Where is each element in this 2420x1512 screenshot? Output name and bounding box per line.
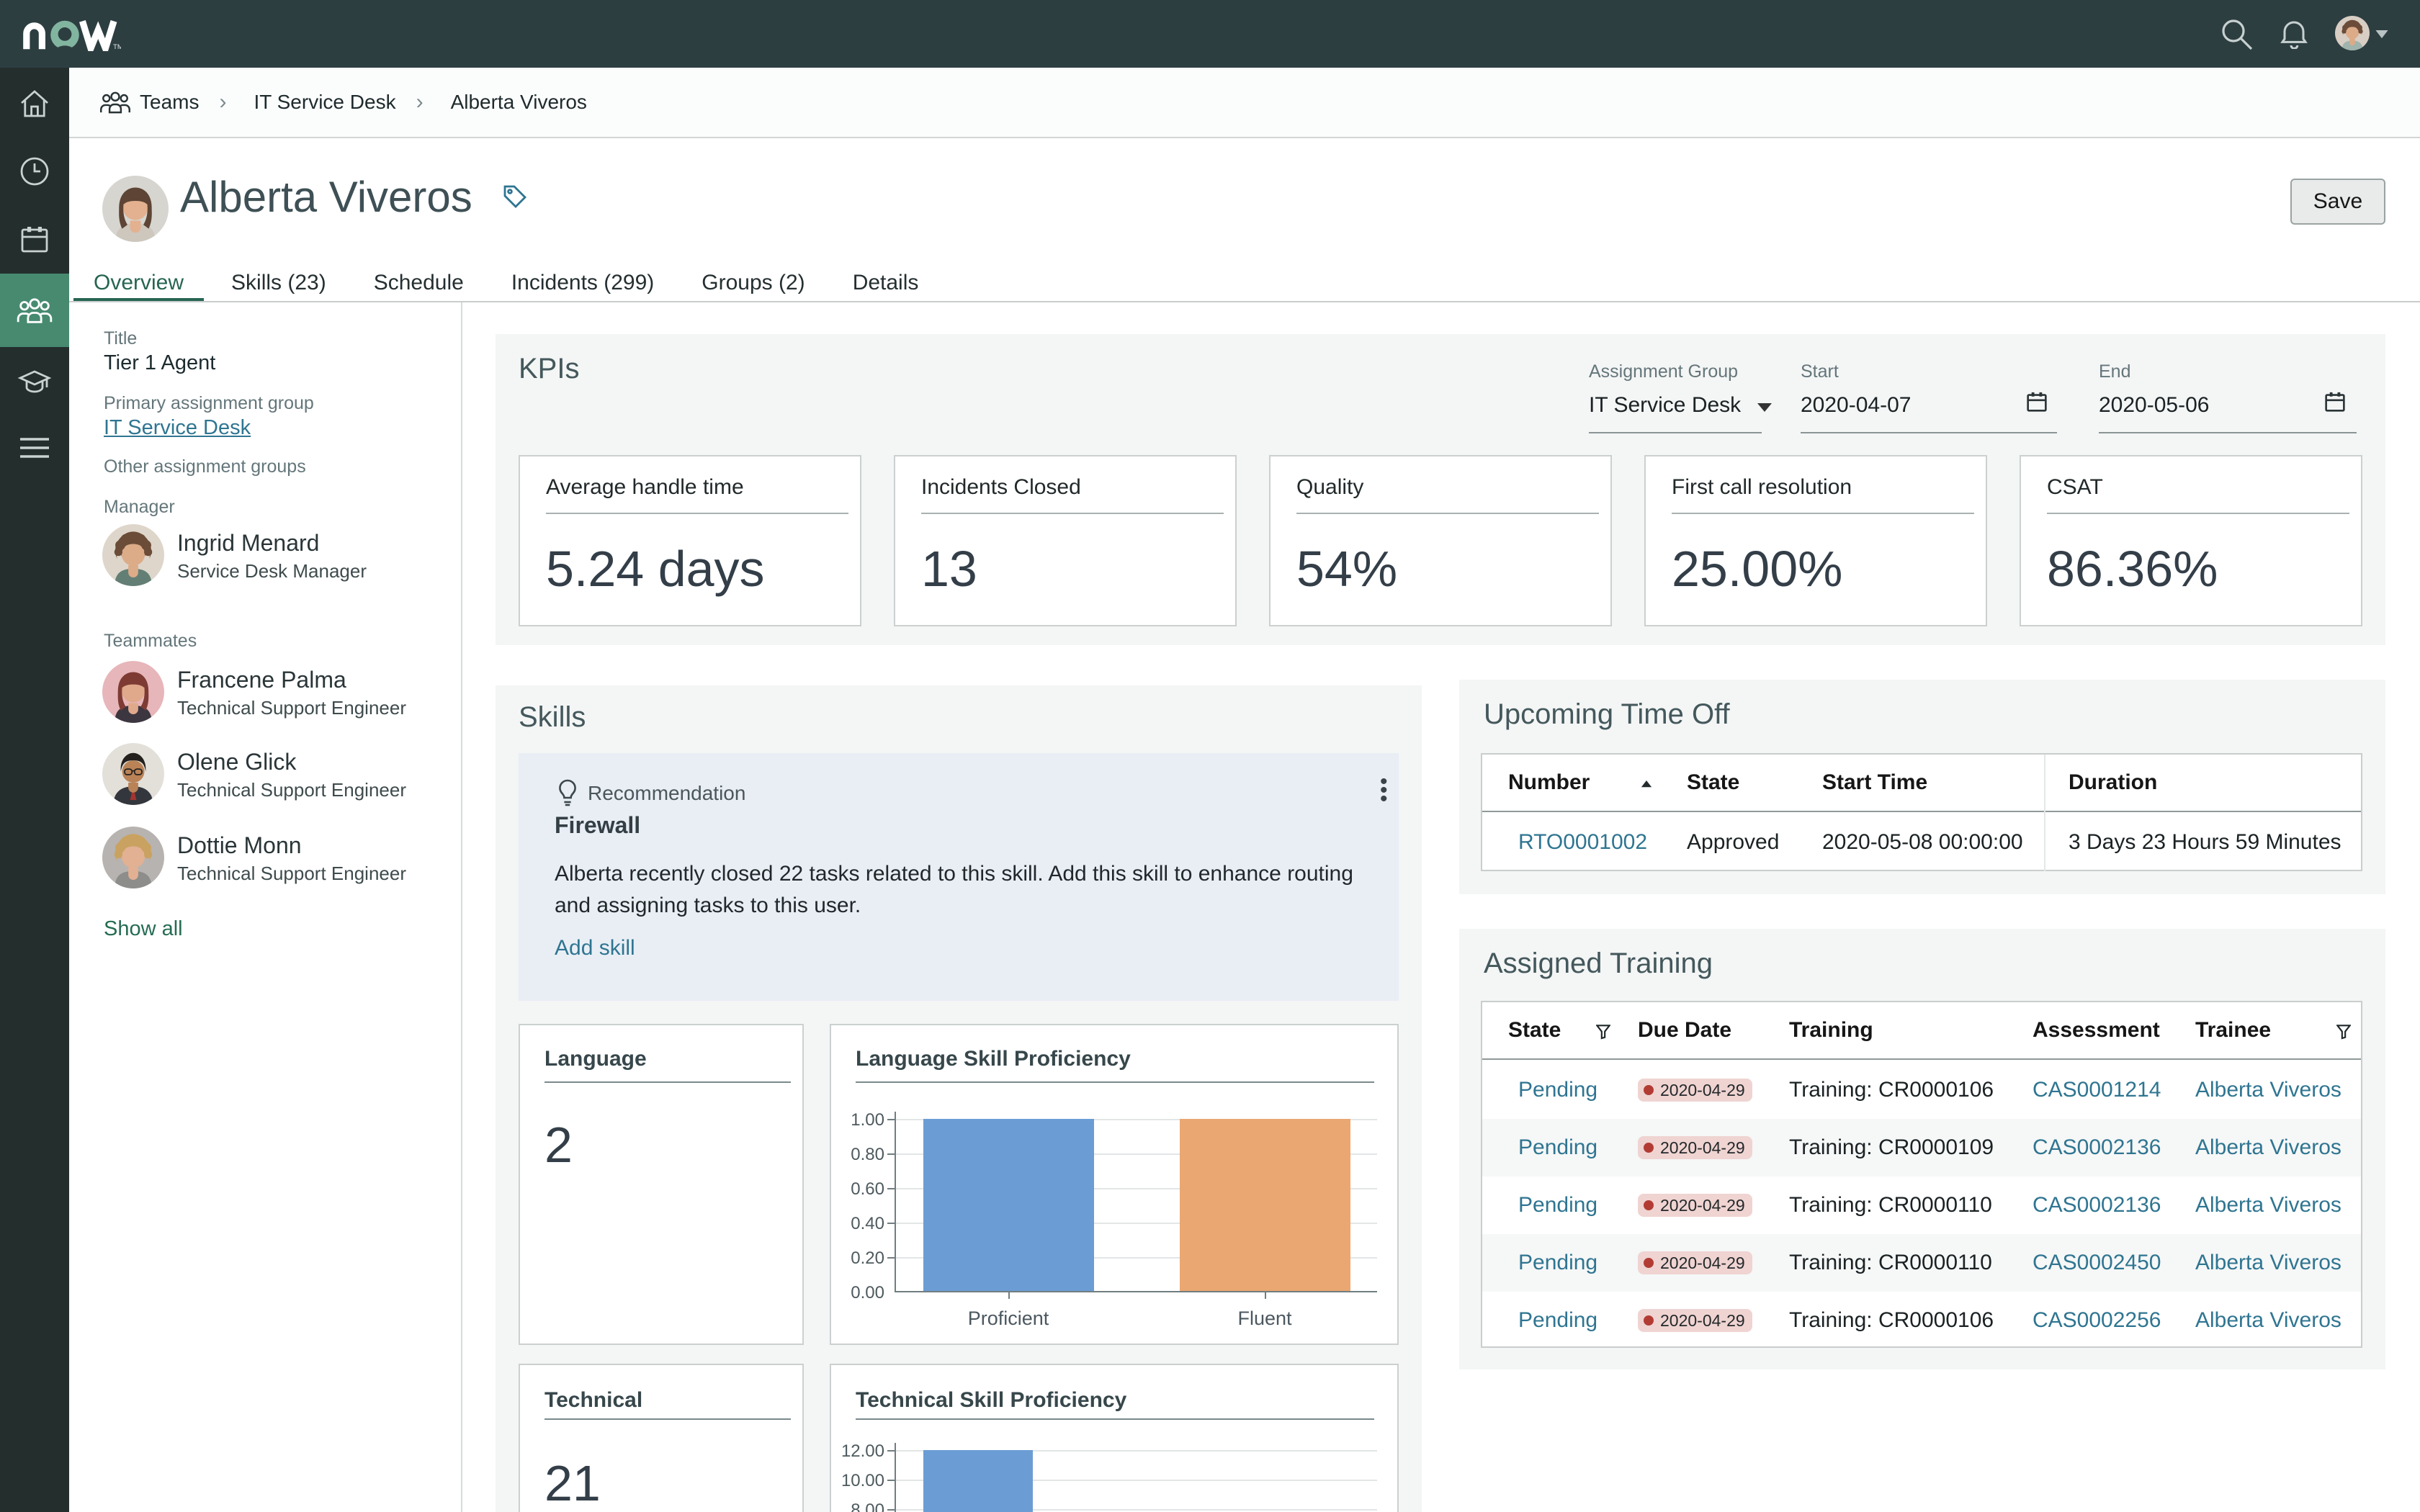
svg-text:TM: TM <box>113 43 121 51</box>
